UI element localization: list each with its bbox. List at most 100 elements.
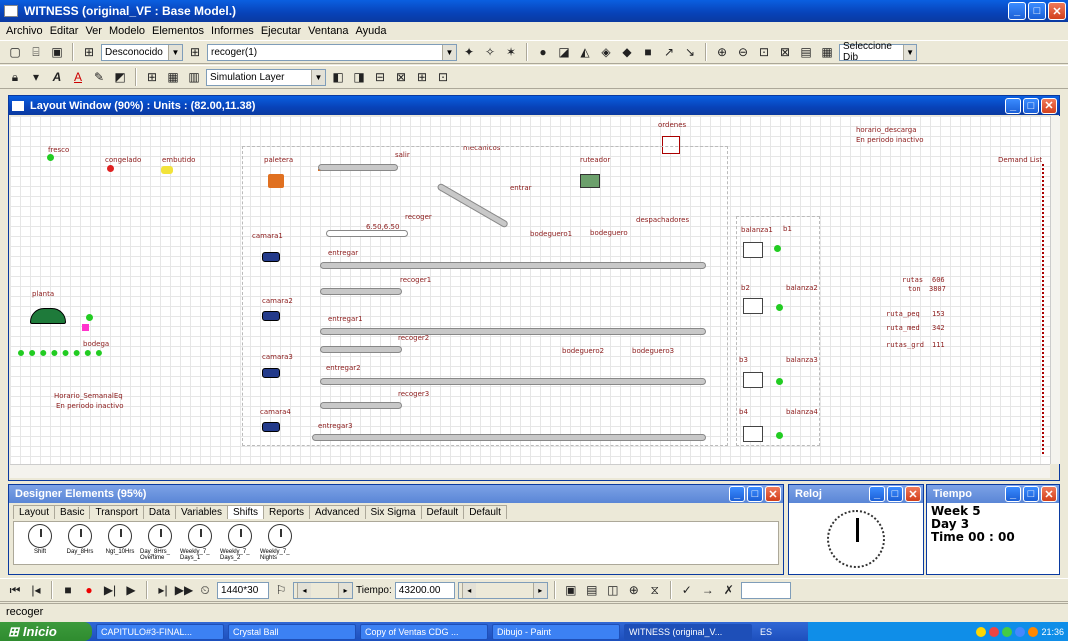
layout-horizontal-scrollbar[interactable] [10,464,1050,478]
debug-icon-2[interactable]: → [699,581,717,599]
tool-icon-9[interactable]: ■ [639,43,657,61]
tool-icon-10[interactable]: ↗ [660,43,678,61]
layer-tool-icon-3[interactable]: ⊟ [371,68,389,86]
menu-elementos[interactable]: Elementos [152,25,204,37]
chevron-down-icon[interactable]: ▼ [903,44,916,60]
chevron-down-icon[interactable]: ▼ [168,44,182,60]
play-icon[interactable]: ▶ [122,581,140,599]
fresco-buffer[interactable] [47,154,54,161]
menu-archivo[interactable]: Archivo [6,25,43,37]
lock-icon[interactable]: 🔒︎ [6,68,24,86]
element-name-combo[interactable]: recoger(1) ▼ [207,43,457,61]
element-ngt-10hrs[interactable]: Ngt_10Hrs [100,524,140,562]
task-capitulo[interactable]: CAPITULO#3-FINAL... [96,623,224,640]
time-slider[interactable]: ◂ ▸ [457,581,548,599]
tab-layout[interactable]: Layout [13,505,56,519]
tray-clock[interactable]: 21:36 [1041,627,1064,637]
report-icon-4[interactable]: ⊕ [625,581,643,599]
layer-tool-icon-6[interactable]: ⊡ [434,68,452,86]
font-icon[interactable]: A [48,68,66,86]
menu-editar[interactable]: Editar [50,25,79,37]
tray-icon[interactable] [1015,626,1026,637]
tool-icon-7[interactable]: ◈ [597,43,615,61]
task-crystal-ball[interactable]: Crystal Ball [228,623,356,640]
minimize-button[interactable]: _ [1005,97,1021,114]
element-day-8hrs[interactable]: Day_8Hrs [60,524,100,562]
maximize-button[interactable]: □ [1023,486,1039,502]
maximize-button[interactable]: □ [1023,97,1039,114]
new-file-icon[interactable]: ▢ [6,43,24,61]
element-type-combo[interactable]: Desconocido ▼ [101,43,183,61]
element-weekly-7-days-2[interactable]: Weekly_7_ Days_2 [220,524,260,562]
step-back-icon[interactable]: |◂ [27,581,45,599]
chevron-right-icon[interactable]: ▸ [532,582,547,598]
tab-basic[interactable]: Basic [54,505,91,519]
fill-color-icon[interactable]: ◩ [111,68,129,86]
report-icon-2[interactable]: ▤ [583,581,601,599]
debug-icon-1[interactable]: ✓ [678,581,696,599]
dropdown-icon[interactable]: ▾ [27,68,45,86]
stop-icon[interactable]: ■ [59,581,77,599]
chevron-right-icon[interactable]: ▸ [338,582,352,598]
tray-icon[interactable] [976,626,987,637]
language-indicator[interactable]: ES [760,627,772,637]
tool-icon-8[interactable]: ◆ [618,43,636,61]
menu-ventana[interactable]: Ventana [308,25,348,37]
element-shift[interactable]: Shift [20,524,60,562]
close-button[interactable]: ✕ [1041,486,1057,502]
tab-data[interactable]: Data [142,505,177,519]
maximize-button[interactable]: □ [887,486,903,502]
tray-icon[interactable] [1028,626,1039,637]
layer-tool-icon-2[interactable]: ◨ [350,68,368,86]
close-button[interactable]: ✕ [1048,2,1066,20]
start-button[interactable]: ⊞ Inicio [0,622,92,641]
tool-icon-4[interactable]: ● [534,43,552,61]
tiempo-input[interactable]: 43200.00 [394,581,455,599]
tool-icon-1[interactable]: ✦ [460,43,478,61]
grid-icon[interactable]: ⊞ [143,68,161,86]
element-weekly-7-nights[interactable]: Weekly_7_ Nights [260,524,300,562]
tab-shifts[interactable]: Shifts [226,505,264,519]
close-button[interactable]: ✕ [1041,97,1057,114]
tool-icon-2[interactable]: ✧ [481,43,499,61]
task-ventas[interactable]: Copy of Ventas CDG ... [360,623,488,640]
debug-icon-3[interactable]: ✗ [720,581,738,599]
tray-icon[interactable] [989,626,1000,637]
tab-six-sigma[interactable]: Six Sigma [364,505,422,519]
tool-icon-13[interactable]: ⊠ [776,43,794,61]
maximize-button[interactable]: □ [1028,2,1046,20]
chevron-left-icon[interactable]: ◂ [297,582,311,598]
run-step-input[interactable]: 1440*30 [217,581,269,599]
layout-vertical-scrollbar[interactable] [1050,116,1060,464]
menu-informes[interactable]: Informes [211,25,254,37]
tab-variables[interactable]: Variables [175,505,228,519]
tool-icon-5[interactable]: ◪ [555,43,573,61]
rewind-icon[interactable]: ⏮ [6,581,24,599]
report-icon-3[interactable]: ◫ [604,581,622,599]
zoom-in-icon[interactable]: ⊕ [713,43,731,61]
minimize-button[interactable]: _ [729,486,745,502]
embutido-buffer[interactable] [161,166,173,174]
walk-icon[interactable]: ▸| [154,581,172,599]
font-color-icon[interactable]: A [69,68,87,86]
tool-icon-15[interactable]: ▦ [818,43,836,61]
line-color-icon[interactable]: ✎ [90,68,108,86]
tool-icon-3[interactable]: ✶ [502,43,520,61]
minimize-button[interactable]: _ [869,486,885,502]
record-icon[interactable]: ● [80,581,98,599]
report-icon-1[interactable]: ▣ [562,581,580,599]
element-day-8hrs-overtime[interactable]: Day_8Hrs_ Overtime [140,524,180,562]
minimize-button[interactable]: _ [1008,2,1026,20]
report-icon-5[interactable]: ⧖ [646,581,664,599]
speed-slider[interactable]: ◂ ▸ [293,581,353,599]
chevron-left-icon[interactable]: ◂ [461,582,476,598]
expand-icon[interactable]: ⊞ [186,43,204,61]
planta-machine[interactable] [30,308,66,324]
element-weekly-7-days-1[interactable]: Weekly_7_ Days_1 [180,524,220,562]
speed-icon[interactable]: ⚐ [272,581,290,599]
tool-icon-6[interactable]: ◭ [576,43,594,61]
menu-ver[interactable]: Ver [85,25,102,37]
tab-transport[interactable]: Transport [89,505,144,519]
layer-tool-icon-5[interactable]: ⊞ [413,68,431,86]
maximize-button[interactable]: □ [747,486,763,502]
